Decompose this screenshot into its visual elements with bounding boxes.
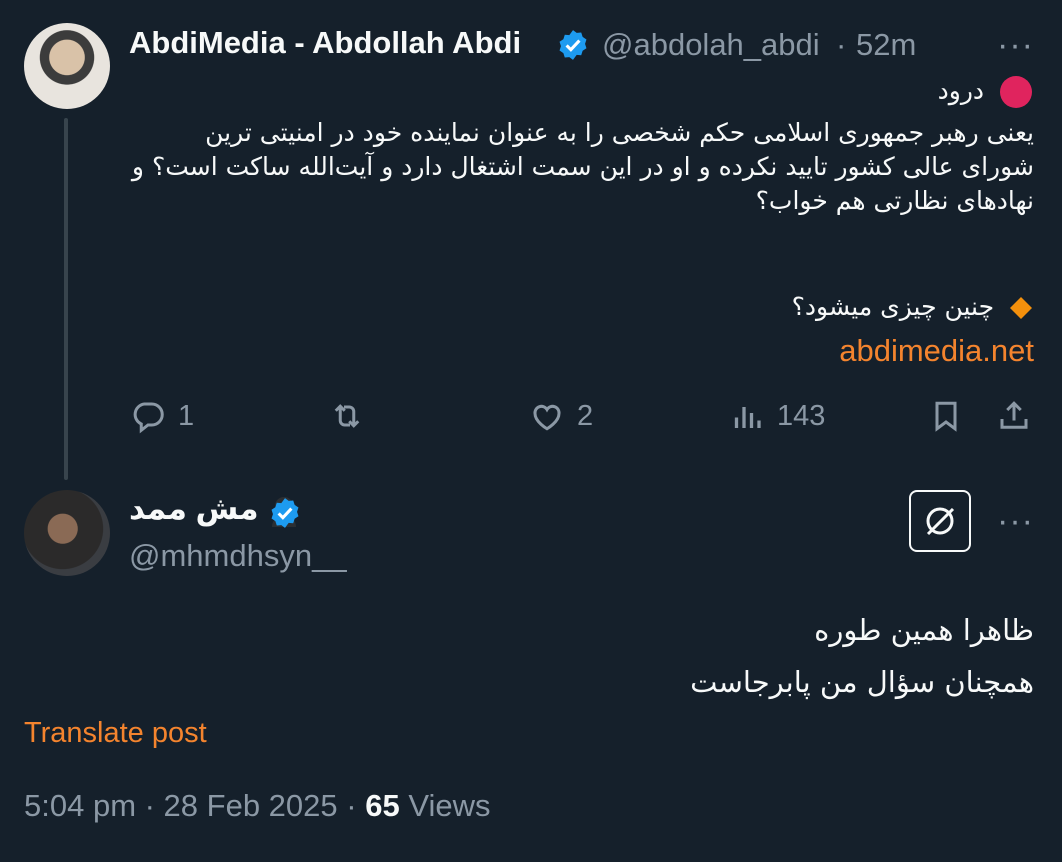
verified-icon (559, 30, 587, 60)
tweet-question: چنین چیزی میشود؟ (792, 290, 1034, 324)
parent-author-name[interactable]: AbdiMedia - Abdollah Abdi (129, 25, 521, 61)
share-button[interactable] (996, 398, 1044, 434)
more-icon[interactable]: ··· (997, 504, 1034, 538)
reply-body-line: ظاهرا همین طوره (814, 613, 1034, 647)
orange-diamond-icon (1010, 297, 1032, 319)
like-icon (533, 404, 561, 431)
bookmark-icon (935, 401, 957, 432)
retweet-icon (334, 404, 360, 428)
tweet-link[interactable]: abdimedia.net (839, 333, 1034, 369)
tweet-action-bar: 1 2 143 (0, 398, 1062, 442)
share-icon (1000, 401, 1028, 429)
like-count: 2 (577, 399, 594, 432)
post-views-label: Views (408, 788, 491, 823)
parent-handle[interactable]: @abdolah_abdi (602, 27, 820, 63)
post-time[interactable]: 52m (856, 27, 916, 63)
views-count: 143 (777, 399, 826, 432)
post-footer: 5:04 pm · 28 Feb 2025 · 65 Views (24, 788, 490, 824)
grok-button[interactable] (909, 490, 971, 552)
tweet-body-line: شورای عالی کشور تایید نکرده و او در این … (131, 152, 1034, 181)
reply-body-line: همچنان سؤال من پابرجاست (690, 665, 1034, 699)
reply-icon (133, 402, 164, 434)
more-icon[interactable]: ··· (997, 28, 1034, 62)
reply-button[interactable]: 1 (130, 398, 194, 434)
grok-icon (926, 507, 955, 536)
post-views-count: 65 (365, 788, 400, 823)
red-circle-icon (1000, 76, 1032, 108)
like-button[interactable]: 2 (529, 398, 593, 434)
tweet-body-line: نهادهای نظارتی هم خواب؟ (755, 186, 1034, 215)
reply-body: ظاهرا همین طوره همچنان سؤال من پابرجاست (690, 604, 1034, 708)
avatar[interactable] (24, 490, 110, 576)
repost-button[interactable] (329, 398, 377, 434)
tweet-thread: AbdiMedia - Abdollah Abdi @abdolah_abdi … (0, 0, 1062, 862)
tweet-body-line: یعنی رهبر جمهوری اسلامی حکم شخصی را به ع… (205, 118, 1034, 147)
separator-dot: · (836, 27, 847, 62)
verified-icon (271, 498, 299, 528)
views-button[interactable]: 143 (729, 398, 825, 434)
tweet-body: یعنی رهبر جمهوری اسلامی حکم شخصی را به ع… (132, 116, 1034, 218)
tweet-greeting: درود (938, 74, 1034, 110)
question-text: چنین چیزی میشود؟ (791, 292, 995, 321)
avatar[interactable] (24, 23, 110, 109)
bookmark-button[interactable] (928, 398, 976, 434)
translate-post-link[interactable]: Translate post (24, 717, 207, 750)
reply-count: 1 (178, 399, 195, 432)
post-timestamp[interactable]: 5:04 pm · 28 Feb 2025 · (24, 788, 357, 823)
reply-handle[interactable]: @mhmdhsyn__ (129, 538, 347, 574)
greeting-text: درود (937, 76, 985, 105)
reply-author-name-text: مش ممد (129, 491, 259, 526)
views-icon (734, 407, 761, 428)
